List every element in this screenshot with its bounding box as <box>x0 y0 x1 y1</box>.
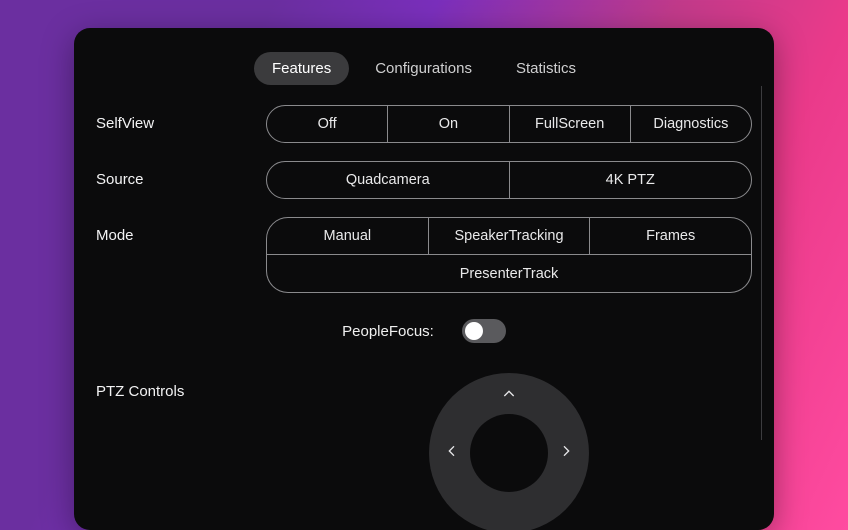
toggle-knob <box>465 322 483 340</box>
mode-presentertrack[interactable]: PresenterTrack <box>267 255 751 292</box>
mode-segment-row2: PresenterTrack <box>266 255 752 293</box>
selfview-fullscreen[interactable]: FullScreen <box>510 106 631 142</box>
chevron-up-icon <box>501 386 517 406</box>
mode-frames[interactable]: Frames <box>590 218 751 254</box>
ptz-up-button[interactable] <box>496 383 522 409</box>
ptz-right-button[interactable] <box>553 440 579 466</box>
people-focus-label: PeopleFocus: <box>342 323 434 340</box>
tab-features[interactable]: Features <box>254 52 349 85</box>
mode-speakertracking[interactable]: SpeakerTracking <box>429 218 591 254</box>
source-4kptz[interactable]: 4K PTZ <box>510 162 752 198</box>
mode-segment-row1: Manual SpeakerTracking Frames <box>266 217 752 255</box>
ptz-center-button[interactable] <box>470 414 548 492</box>
source-quadcamera[interactable]: Quadcamera <box>267 162 510 198</box>
ptz-dpad <box>429 373 589 530</box>
mode-manual[interactable]: Manual <box>267 218 429 254</box>
mode-label: Mode <box>96 217 266 244</box>
ptz-label: PTZ Controls <box>96 373 266 400</box>
selfview-off[interactable]: Off <box>267 106 388 142</box>
tab-statistics[interactable]: Statistics <box>498 52 594 85</box>
source-label: Source <box>96 161 266 188</box>
tab-configurations[interactable]: Configurations <box>357 52 490 85</box>
chevron-right-icon <box>558 443 574 463</box>
settings-panel: Features Configurations Statistics SelfV… <box>74 28 774 530</box>
selfview-segment: Off On FullScreen Diagnostics <box>266 105 752 143</box>
ptz-left-button[interactable] <box>439 440 465 466</box>
source-segment: Quadcamera 4K PTZ <box>266 161 752 199</box>
chevron-left-icon <box>444 443 460 463</box>
selfview-diagnostics[interactable]: Diagnostics <box>631 106 751 142</box>
selfview-on[interactable]: On <box>388 106 509 142</box>
tab-bar: Features Configurations Statistics <box>96 52 752 85</box>
people-focus-row: PeopleFocus: <box>96 319 752 343</box>
selfview-label: SelfView <box>96 105 266 132</box>
scroll-indicator <box>761 86 762 440</box>
people-focus-toggle[interactable] <box>462 319 506 343</box>
